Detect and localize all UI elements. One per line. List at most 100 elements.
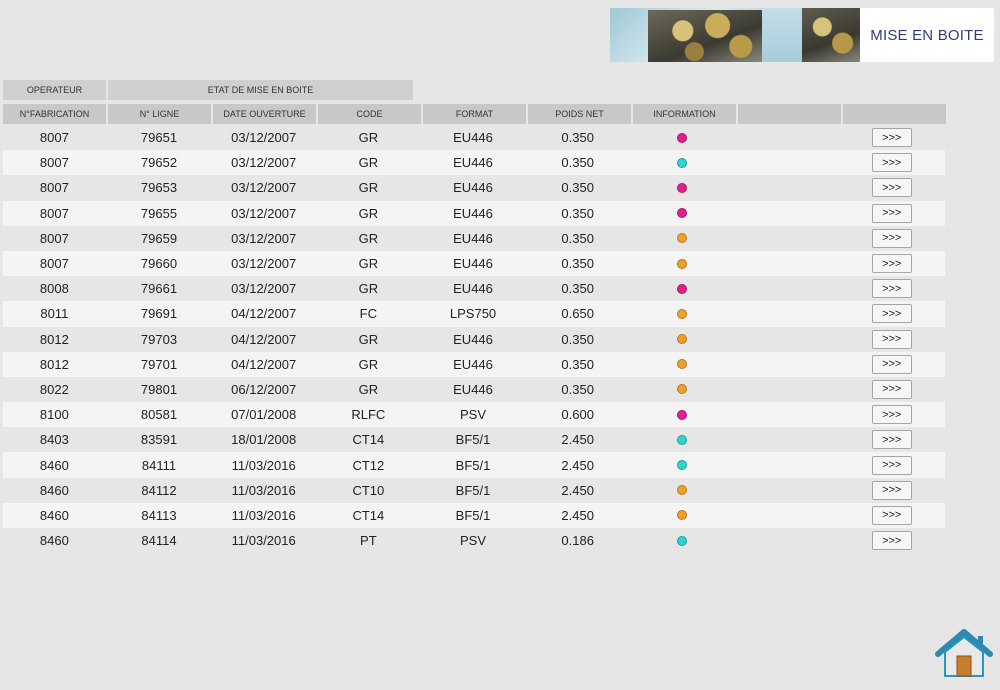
cell-empty <box>736 402 839 427</box>
home-icon[interactable] <box>934 628 994 680</box>
open-detail-button[interactable]: >>> <box>871 379 912 399</box>
cell-fabrication: 8460 <box>39 533 69 549</box>
open-detail-button[interactable]: >>> <box>871 354 912 374</box>
cell-actions: >>> <box>840 175 943 200</box>
cell-information <box>631 175 734 200</box>
cell-format: EU446 <box>453 180 493 196</box>
open-detail-button[interactable]: >>> <box>871 455 912 475</box>
open-detail-button[interactable]: >>> <box>871 531 912 551</box>
table-row: 8008 79661 03/12/2007 GR EU446 0.350 >>> <box>3 276 945 301</box>
status-dot-icon <box>677 535 688 546</box>
cell-empty <box>736 251 839 276</box>
cell-format: EU446 <box>453 331 493 347</box>
table-row: 8012 79703 04/12/2007 GR EU446 0.350 >>> <box>3 327 945 352</box>
cell-poids-net: 0.350 <box>561 356 594 372</box>
cell-code: GR <box>358 356 379 372</box>
table-row: 8460 84111 11/03/2016 CT12 BF5/1 2.450 >>> <box>3 452 945 478</box>
table-row: 8460 84113 11/03/2016 CT14 BF5/1 2.450 >>> <box>3 502 945 528</box>
status-dot-icon <box>677 485 688 496</box>
banner-photo <box>610 8 762 62</box>
open-detail-button[interactable]: >>> <box>871 480 912 500</box>
group-header-operateur: OPERATEUR <box>3 80 106 100</box>
column-header-date-ouverture: DATE OUVERTURE <box>213 104 316 124</box>
cell-format: EU446 <box>453 155 493 171</box>
status-dot-icon <box>677 258 688 269</box>
cell-code: GR <box>358 130 379 146</box>
cell-format: PSV <box>460 533 487 549</box>
cell-empty <box>736 427 839 452</box>
cell-empty <box>736 301 839 326</box>
cell-fabrication: 8100 <box>39 407 69 423</box>
cell-code: CT14 <box>352 507 385 523</box>
cell-ligne: 79651 <box>140 130 178 146</box>
status-dot-icon <box>677 409 688 420</box>
cell-date-ouverture: 11/03/2016 <box>231 457 296 473</box>
cell-poids-net: 0.350 <box>561 256 594 272</box>
cell-actions: >>> <box>840 427 943 452</box>
cell-code: PT <box>360 533 377 549</box>
cell-date-ouverture: 03/12/2007 <box>231 180 297 196</box>
open-detail-button[interactable]: >>> <box>871 128 912 148</box>
status-dot-icon <box>677 233 688 244</box>
cell-information <box>631 150 734 175</box>
cell-code: FC <box>359 306 378 322</box>
open-detail-button[interactable]: >>> <box>871 279 912 299</box>
open-detail-button[interactable]: >>> <box>871 329 912 349</box>
open-detail-button[interactable]: >>> <box>871 254 912 274</box>
open-detail-button[interactable]: >>> <box>871 153 912 173</box>
open-detail-button[interactable]: >>> <box>871 178 912 198</box>
cell-format: BF5/1 <box>455 482 491 498</box>
cell-information <box>631 226 734 251</box>
cell-poids-net: 0.650 <box>561 306 594 322</box>
cell-actions: >>> <box>840 402 943 427</box>
open-detail-button[interactable]: >>> <box>871 430 912 450</box>
cell-date-ouverture: 03/12/2007 <box>231 230 297 246</box>
open-detail-button[interactable]: >>> <box>871 228 912 248</box>
cell-ligne: 79661 <box>140 281 178 297</box>
cell-fabrication: 8022 <box>39 381 69 397</box>
cell-ligne: 79655 <box>140 205 178 221</box>
cell-ligne: 84113 <box>141 507 177 523</box>
cell-empty <box>736 201 839 226</box>
cell-actions: >>> <box>840 125 943 150</box>
cell-ligne: 79660 <box>140 256 178 272</box>
cell-information <box>631 427 734 452</box>
cell-actions: >>> <box>840 478 943 503</box>
open-detail-button[interactable]: >>> <box>871 405 912 425</box>
cell-information <box>631 478 734 503</box>
cell-fabrication: 8007 <box>39 130 69 146</box>
cell-code: RLFC <box>351 407 386 423</box>
cell-date-ouverture: 11/03/2016 <box>231 507 296 523</box>
open-detail-button[interactable]: >>> <box>871 505 912 525</box>
cell-information <box>631 402 734 427</box>
table-row: 8007 79653 03/12/2007 GR EU446 0.350 >>> <box>3 175 945 200</box>
open-detail-button[interactable]: >>> <box>871 304 912 324</box>
cell-poids-net: 0.350 <box>561 205 594 221</box>
group-header-etat: ETAT DE MISE EN BOITE <box>108 80 413 100</box>
status-dot-icon <box>677 510 688 521</box>
cell-format: EU446 <box>453 205 493 221</box>
cell-ligne: 79691 <box>140 306 178 322</box>
open-detail-button[interactable]: >>> <box>871 203 912 223</box>
cell-code: GR <box>358 230 379 246</box>
cell-fabrication: 8460 <box>39 507 69 523</box>
column-header-actions <box>843 104 946 124</box>
cell-empty <box>736 175 839 200</box>
cell-poids-net: 0.350 <box>561 180 594 196</box>
cell-fabrication: 8460 <box>39 482 69 498</box>
cell-poids-net: 0.600 <box>561 407 594 423</box>
cell-fabrication: 8007 <box>39 256 69 272</box>
cell-actions: >>> <box>840 251 943 276</box>
cell-ligne: 79701 <box>140 356 178 372</box>
column-header-poids-net: POIDS NET <box>528 104 631 124</box>
cell-code: CT12 <box>352 457 385 473</box>
cell-date-ouverture: 04/12/2007 <box>231 356 297 372</box>
cell-empty <box>736 478 839 503</box>
cell-ligne: 79703 <box>140 331 178 347</box>
cell-date-ouverture: 11/03/2016 <box>231 533 296 549</box>
status-dot-icon <box>677 283 688 294</box>
column-header-information: INFORMATION <box>633 104 736 124</box>
cell-code: GR <box>358 256 379 272</box>
banner-photo-small <box>802 8 860 62</box>
table-row: 8007 79652 03/12/2007 GR EU446 0.350 >>> <box>3 150 945 176</box>
